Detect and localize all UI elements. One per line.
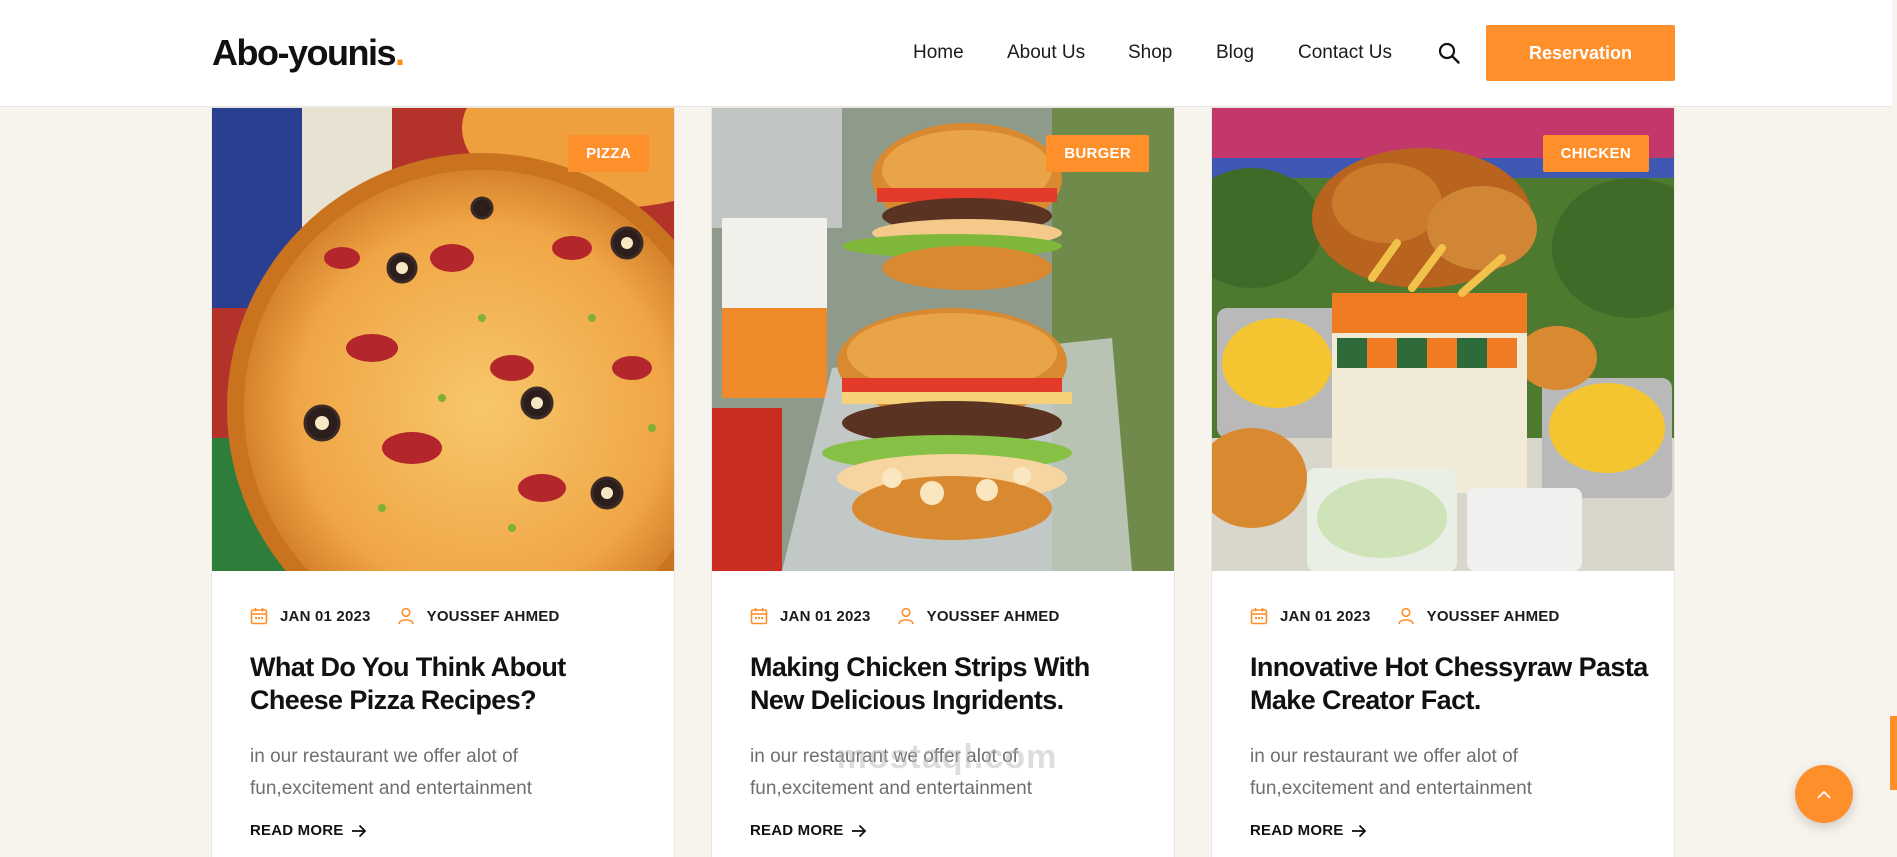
blog-card-chicken: CHICKEN JAN 01 2023 YOUSSEF AHMED Innova… [1211, 107, 1675, 857]
post-title[interactable]: What Do You Think About Cheese Pizza Rec… [250, 651, 650, 717]
post-author-text[interactable]: YOUSSEF AHMED [427, 608, 560, 625]
post-image-burger[interactable]: BURGER [712, 108, 1174, 571]
scroll-to-top-button[interactable] [1795, 765, 1853, 823]
post-image-pizza[interactable]: PIZZA [212, 108, 674, 571]
search-icon[interactable] [1437, 41, 1461, 65]
read-more-link[interactable]: READ MORE [750, 822, 867, 839]
post-date: JAN 01 2023 [1250, 607, 1371, 625]
post-meta: JAN 01 2023 YOUSSEF AHMED [750, 607, 1086, 625]
post-date: JAN 01 2023 [750, 607, 871, 625]
post-author: YOUSSEF AHMED [897, 607, 1060, 625]
post-excerpt: in our restaurant we offer alot of fun,e… [250, 746, 533, 799]
chevron-up-icon [1817, 790, 1831, 799]
calendar-icon [750, 608, 768, 625]
post-meta: JAN 01 2023 YOUSSEF AHMED [250, 607, 586, 625]
blog-card-pizza: PIZZA JAN 01 2023 YOUSSEF AHMED What Do … [211, 107, 675, 857]
nav-home[interactable]: Home [913, 42, 964, 64]
logo-dot: . [394, 32, 405, 73]
nav-contact-us[interactable]: Contact Us [1298, 42, 1392, 64]
arrow-right-icon [1352, 824, 1367, 837]
read-more-link[interactable]: READ MORE [1250, 822, 1367, 839]
read-more-label: READ MORE [750, 822, 844, 839]
category-badge[interactable]: CHICKEN [1542, 135, 1649, 172]
user-icon [1397, 607, 1414, 625]
site-logo[interactable]: Abo-younis. [212, 32, 405, 74]
nav-about-us[interactable]: About Us [1007, 42, 1085, 64]
user-icon [397, 607, 414, 625]
post-image-chicken[interactable]: CHICKEN [1212, 108, 1674, 571]
category-badge[interactable]: PIZZA [568, 135, 649, 172]
nav-shop[interactable]: Shop [1128, 42, 1172, 64]
read-more-link[interactable]: READ MORE [250, 822, 367, 839]
post-author-text[interactable]: YOUSSEF AHMED [927, 608, 1060, 625]
calendar-icon [250, 608, 268, 625]
category-badge[interactable]: BURGER [1046, 135, 1149, 172]
post-author: YOUSSEF AHMED [1397, 607, 1560, 625]
post-excerpt: in our restaurant we offer alot of fun,e… [1250, 746, 1533, 799]
post-date-text: JAN 01 2023 [780, 607, 871, 625]
post-title[interactable]: Making Chicken Strips With New Delicious… [750, 651, 1150, 717]
post-author: YOUSSEF AHMED [397, 607, 560, 625]
post-author-text[interactable]: YOUSSEF AHMED [1427, 608, 1560, 625]
read-more-label: READ MORE [1250, 822, 1344, 839]
scrollbar-thumb[interactable] [1890, 716, 1897, 790]
reservation-button[interactable]: Reservation [1486, 25, 1675, 81]
post-meta: JAN 01 2023 YOUSSEF AHMED [1250, 607, 1586, 625]
arrow-right-icon [852, 824, 867, 837]
post-date: JAN 01 2023 [250, 607, 371, 625]
post-date-text: JAN 01 2023 [280, 607, 371, 625]
post-date-text: JAN 01 2023 [1280, 607, 1371, 625]
calendar-icon [1250, 608, 1268, 625]
post-title[interactable]: Innovative Hot Chessyraw Pasta Make Crea… [1250, 651, 1650, 717]
nav-blog[interactable]: Blog [1216, 42, 1254, 64]
read-more-label: READ MORE [250, 822, 344, 839]
logo-text: Abo-younis [212, 32, 396, 73]
watermark: mostaql.com [836, 738, 1058, 776]
user-icon [897, 607, 914, 625]
site-header: Abo-younis. Home About Us Shop Blog Cont… [0, 0, 1892, 107]
arrow-right-icon [352, 824, 367, 837]
